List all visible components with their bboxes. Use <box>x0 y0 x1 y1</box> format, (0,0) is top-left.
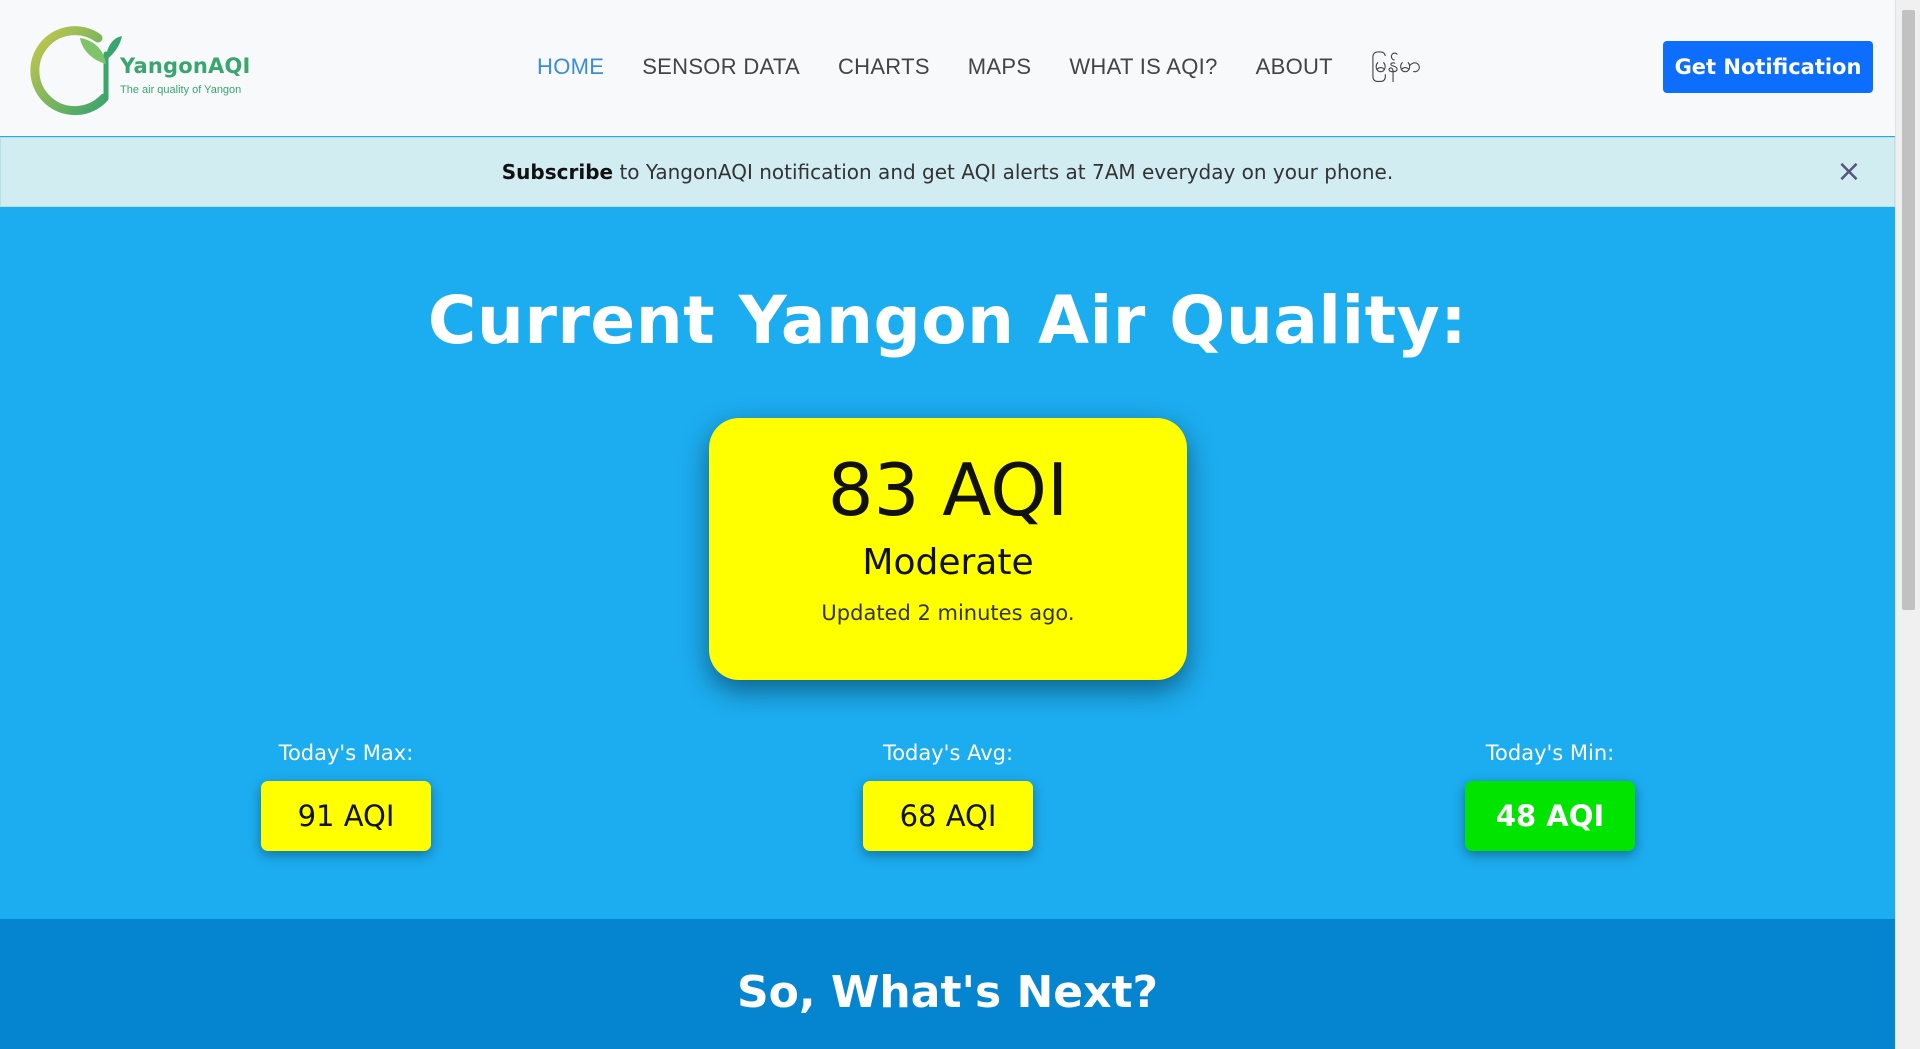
logo-tagline: The air quality of Yangon <box>120 84 242 96</box>
current-aqi-card: 83 AQI Moderate Updated 2 minutes ago. <box>709 418 1187 680</box>
alert-subscribe-link[interactable]: Subscribe <box>502 160 613 184</box>
hero-section: Current Yangon Air Quality: 83 AQI Moder… <box>0 207 1895 919</box>
close-icon[interactable]: × <box>1834 157 1864 187</box>
page-title: Current Yangon Air Quality: <box>427 282 1468 359</box>
nav-maps[interactable]: MAPS <box>968 54 1032 80</box>
navbar: YangonAQI The air quality of Yangon HOME… <box>0 0 1895 136</box>
nav-about[interactable]: ABOUT <box>1256 54 1333 80</box>
today-max-label: Today's Max: <box>278 741 414 765</box>
nav-home[interactable]: HOME <box>537 54 604 80</box>
current-aqi-category: Moderate <box>862 542 1034 583</box>
nav-language-myanmar[interactable]: မြန်မာ <box>1371 50 1421 83</box>
page: YangonAQI The air quality of Yangon HOME… <box>0 0 1895 1049</box>
whats-next-heading: So, What's Next? <box>736 967 1159 1018</box>
logo[interactable]: YangonAQI The air quality of Yangon <box>26 20 276 120</box>
whats-next-section: So, What's Next? <box>0 919 1895 1049</box>
page-scrollbar[interactable] <box>1895 0 1920 1049</box>
nav-charts[interactable]: CHARTS <box>838 54 930 80</box>
today-avg: Today's Avg: 68 AQI <box>848 741 1048 851</box>
scrollbar-thumb[interactable] <box>1902 10 1915 610</box>
today-min-label: Today's Min: <box>1485 741 1615 765</box>
today-min-badge: 48 AQI <box>1465 781 1635 851</box>
subscribe-alert: Subscribe to YangonAQI notification and … <box>0 137 1895 207</box>
main-nav: HOME SENSOR DATA CHARTS MAPS WHAT IS AQI… <box>537 50 1459 83</box>
today-max: Today's Max: 91 AQI <box>246 741 446 851</box>
leaf-logo-icon <box>30 26 122 116</box>
current-aqi-value: 83 AQI <box>827 448 1069 532</box>
get-notification-button[interactable]: Get Notification <box>1663 41 1873 93</box>
logo-name: YangonAQI <box>120 54 251 78</box>
alert-message: Subscribe to YangonAQI notification and … <box>1 160 1894 184</box>
nav-what-is-aqi[interactable]: WHAT IS AQI? <box>1069 54 1217 80</box>
alert-text: to YangonAQI notification and get AQI al… <box>613 160 1394 184</box>
today-min: Today's Min: 48 AQI <box>1450 741 1650 851</box>
updated-timestamp: Updated 2 minutes ago. <box>821 601 1075 625</box>
nav-sensor-data[interactable]: SENSOR DATA <box>642 54 800 80</box>
today-avg-label: Today's Avg: <box>882 741 1014 765</box>
today-avg-badge: 68 AQI <box>863 781 1033 851</box>
today-max-badge: 91 AQI <box>261 781 431 851</box>
